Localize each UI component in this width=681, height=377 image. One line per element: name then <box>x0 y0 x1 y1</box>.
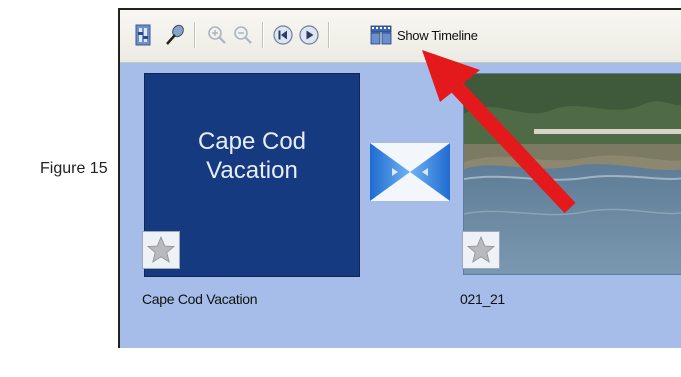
video-effect-box[interactable] <box>462 231 500 269</box>
set-audio-levels-button[interactable] <box>132 24 154 46</box>
rewind-icon <box>273 25 293 45</box>
zoom-in-icon <box>208 26 226 44</box>
clip-label: 021_21 <box>460 291 505 307</box>
zoom-out-button[interactable] <box>232 24 254 46</box>
show-timeline-label: Show Timeline <box>397 27 478 43</box>
narrate-timeline-icon <box>166 24 184 45</box>
star-icon <box>146 235 176 263</box>
play-icon <box>299 25 319 45</box>
video-effect-box[interactable] <box>142 231 180 269</box>
clip-label: Cape Cod Vacation <box>142 291 258 307</box>
play-button[interactable] <box>298 24 320 46</box>
movie-maker-storyboard-window: Show Timeline Cape Cod Vacation Cape Cod… <box>118 8 681 348</box>
timeline-icon <box>370 25 392 45</box>
rewind-button[interactable] <box>272 24 294 46</box>
narrate-timeline-button[interactable] <box>164 24 186 46</box>
transition-icon <box>370 143 450 201</box>
transition-box[interactable] <box>370 143 450 201</box>
set-audio-levels-icon <box>135 24 151 46</box>
star-icon <box>466 235 496 263</box>
zoom-out-icon <box>234 26 252 44</box>
storyboard-pane[interactable]: Cape Cod Vacation Cape Cod Vacation 021_… <box>120 63 681 348</box>
figure-caption: Figure 15 <box>40 160 108 177</box>
zoom-in-button[interactable] <box>206 24 228 46</box>
title-clip-text: Cape Cod Vacation <box>197 128 307 184</box>
storyboard-toolbar: Show Timeline <box>120 10 681 63</box>
show-timeline-button[interactable]: Show Timeline <box>370 24 478 46</box>
